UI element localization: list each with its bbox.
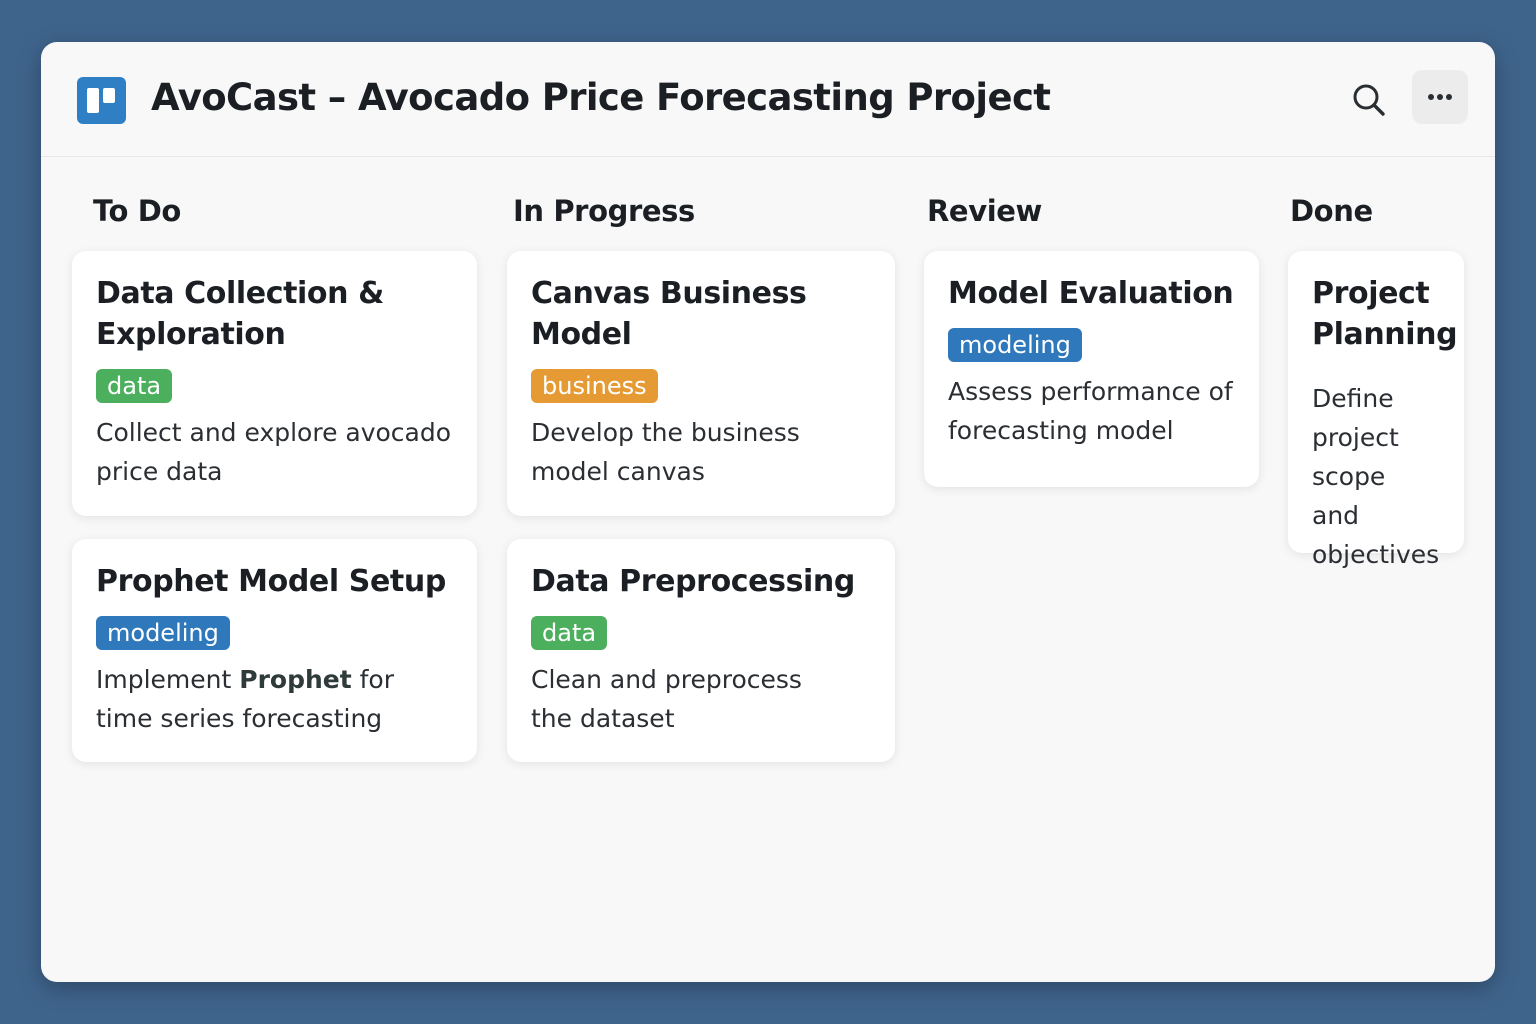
card-title: Data Preprocessing <box>531 564 855 599</box>
card-prophet-setup[interactable]: Prophet Model Setup modeling Implement P… <box>72 539 477 762</box>
card-description: Define project scope and objectives <box>1312 384 1440 569</box>
more-options-button[interactable] <box>1412 70 1468 124</box>
card-title: Prophet Model Setup <box>96 564 446 599</box>
tag-business: business <box>531 369 658 403</box>
tag-data: data <box>96 369 173 403</box>
card-data-collection[interactable]: Data Collection & Exploration data Colle… <box>72 251 477 516</box>
card-title: Canvas Business Model <box>531 276 807 352</box>
card-canvas-business-model[interactable]: Canvas Business Model business Develop t… <box>507 251 895 516</box>
column-title-in-progress: In Progress <box>513 194 695 228</box>
card-description: Collect and explore avocado price data <box>96 418 452 486</box>
tag-modeling: modeling <box>948 328 1082 362</box>
card-project-planning[interactable]: Project Planning Define project scope an… <box>1288 251 1464 569</box>
board-header: AvoCast – Avocado Price Forecasting Proj… <box>41 42 1495 157</box>
board-title: AvoCast – Avocado Price Forecasting Proj… <box>151 76 1051 119</box>
column-title-review: Review <box>927 194 1042 228</box>
board-window: AvoCast – Avocado Price Forecasting Proj… <box>41 42 1495 982</box>
board-icon <box>77 77 126 124</box>
card-model-evaluation[interactable]: Model Evaluation modeling Assess perform… <box>924 251 1259 487</box>
more-horizontal-icon <box>1428 94 1452 100</box>
tag-data: data <box>531 616 608 650</box>
card-description: Assess performance of forecasting model <box>948 377 1233 445</box>
description-text: Implement <box>96 665 240 694</box>
card-title: Project Planning <box>1312 276 1458 352</box>
tag-modeling: modeling <box>96 616 230 650</box>
card-description: Develop the business model canvas <box>531 418 800 486</box>
search-icon <box>1353 84 1385 116</box>
search-button[interactable] <box>1347 78 1391 122</box>
card-title: Model Evaluation <box>948 276 1234 311</box>
card-title: Data Collection & Exploration <box>96 276 384 352</box>
column-title-done: Done <box>1290 194 1373 228</box>
column-title-to-do: To Do <box>93 194 181 228</box>
card-data-preprocessing[interactable]: Data Preprocessing data Clean and prepro… <box>507 539 895 762</box>
card-description: Implement Prophet for time series foreca… <box>96 660 416 738</box>
card-description: Clean and preprocess the dataset <box>531 665 802 733</box>
description-emphasis: Prophet <box>239 665 352 694</box>
